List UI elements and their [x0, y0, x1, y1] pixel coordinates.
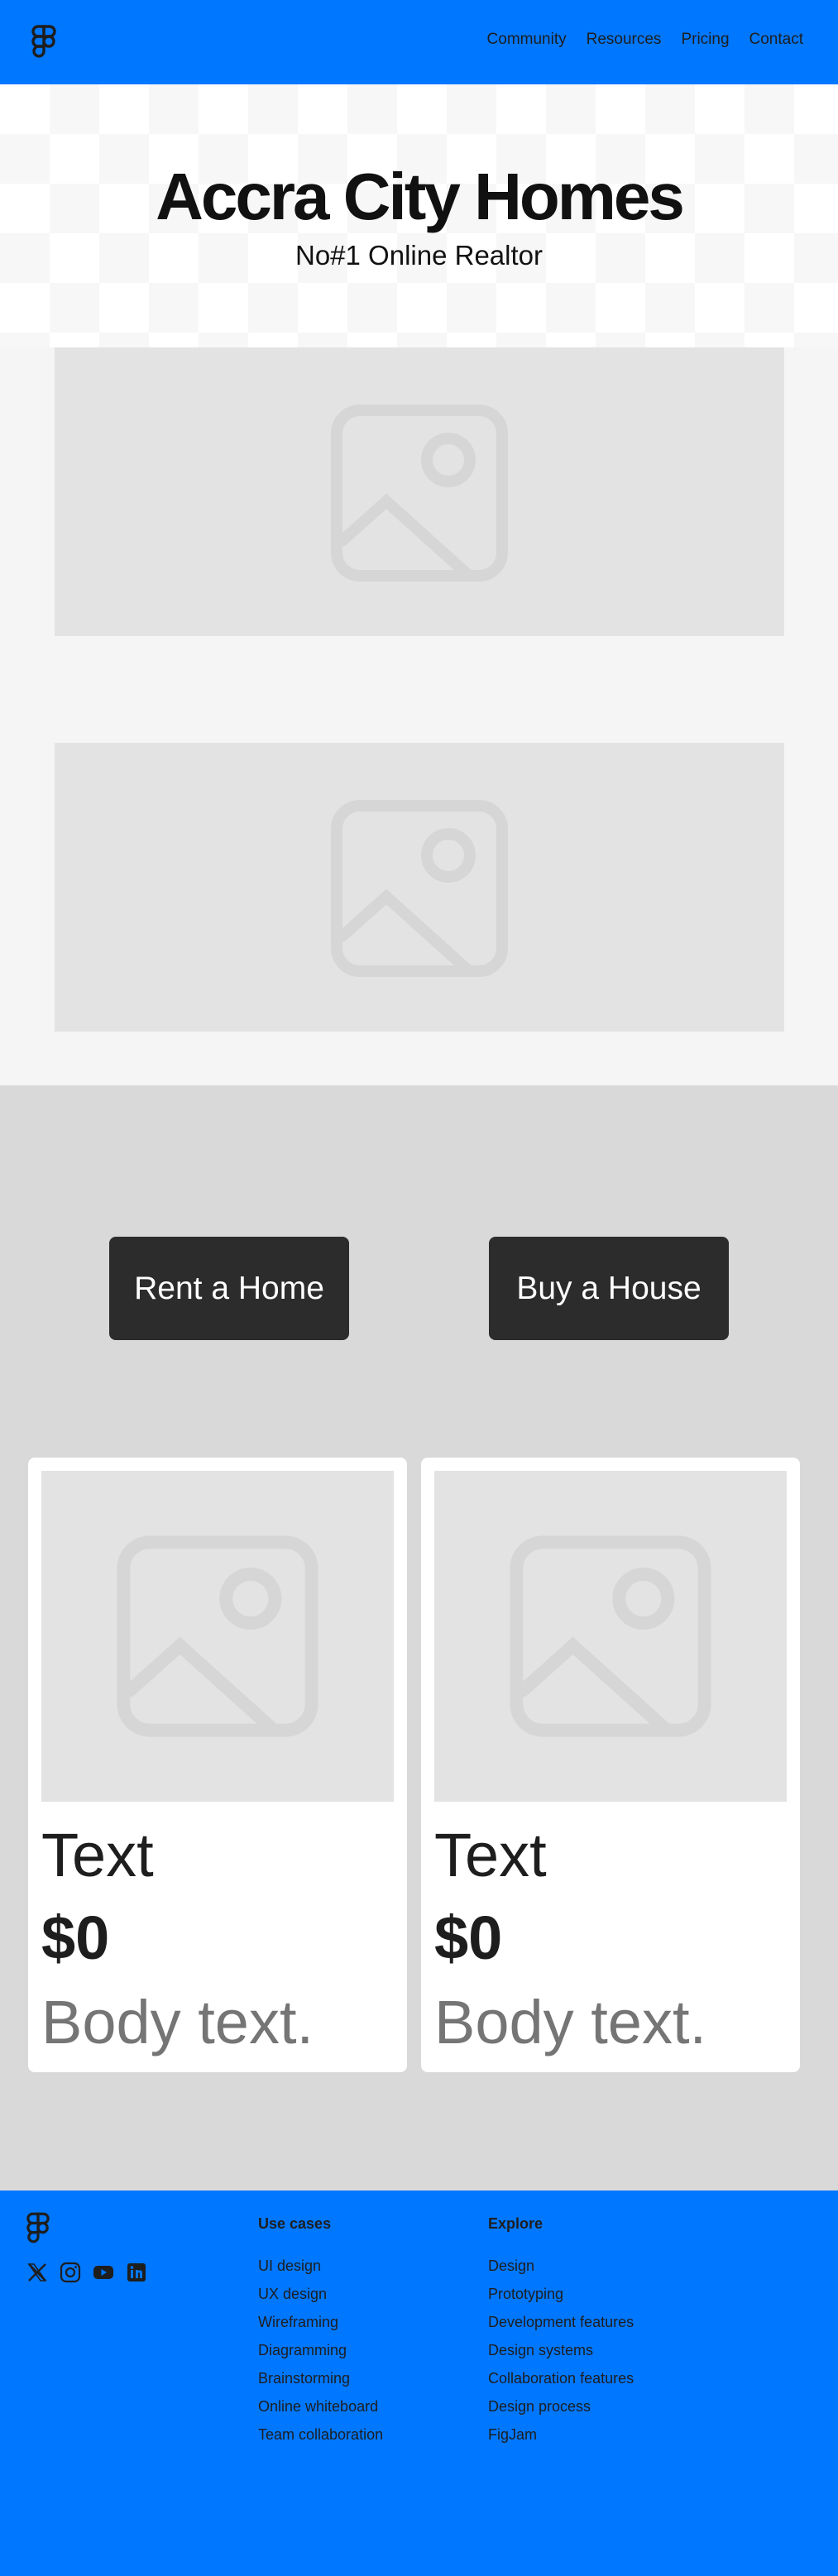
card-price: $0	[41, 1903, 110, 1972]
figma-logo-icon[interactable]	[26, 2212, 50, 2245]
footer-link[interactable]: Design systems	[488, 2342, 634, 2370]
footer-link[interactable]: Prototyping	[488, 2286, 634, 2314]
footer-link[interactable]: Diagramming	[258, 2342, 383, 2370]
footer-link[interactable]: Brainstorming	[258, 2370, 383, 2398]
footer-link[interactable]: Collaboration features	[488, 2370, 634, 2398]
image-placeholder-icon	[510, 1535, 711, 1737]
instagram-icon[interactable]	[60, 2262, 81, 2283]
footer-link[interactable]: FigJam	[488, 2426, 634, 2454]
footer-link[interactable]: Online whiteboard	[258, 2398, 383, 2426]
hero-subtitle: No#1 Online Realtor	[295, 240, 543, 271]
listings-section: Rent a Home Buy a House Text $0 Body tex…	[0, 1085, 838, 2191]
card-price: $0	[434, 1903, 503, 1972]
hero-section: Accra City Homes No#1 Online Realtor	[0, 84, 838, 347]
footer-link[interactable]: Wireframing	[258, 2314, 383, 2342]
footer-link[interactable]: Design process	[488, 2398, 634, 2426]
youtube-icon[interactable]	[93, 2262, 114, 2283]
nav-link-pricing[interactable]: Pricing	[681, 31, 729, 49]
buy-a-house-button[interactable]: Buy a House	[489, 1237, 729, 1340]
gallery-image	[55, 743, 784, 1032]
hero-title: Accra City Homes	[156, 160, 685, 233]
footer-column-use-cases: Use cases UI design UX design Wireframin…	[258, 2215, 383, 2454]
image-placeholder-icon	[331, 405, 508, 582]
nav-link-community[interactable]: Community	[487, 31, 567, 49]
footer-link[interactable]: Team collaboration	[258, 2426, 383, 2454]
card-image	[41, 1471, 394, 1802]
footer-link[interactable]: Design	[488, 2258, 634, 2286]
card-body: Body text.	[41, 1988, 314, 2056]
image-placeholder-icon	[117, 1535, 318, 1737]
listing-card[interactable]: Text $0 Body text.	[28, 1458, 407, 2072]
gallery-image	[55, 347, 784, 636]
figma-logo-icon[interactable]	[31, 25, 56, 60]
nav-link-resources[interactable]: Resources	[587, 31, 662, 49]
site-footer: Use cases UI design UX design Wireframin…	[0, 2191, 838, 2576]
gallery-section	[0, 347, 838, 1085]
rent-a-home-button[interactable]: Rent a Home	[109, 1237, 349, 1340]
footer-column-title: Use cases	[258, 2215, 332, 2232]
social-links	[26, 2262, 147, 2283]
site-header: Community Resources Pricing Contact	[0, 0, 838, 84]
image-placeholder-icon	[331, 800, 508, 977]
card-title: Text	[434, 1821, 547, 1889]
card-image	[434, 1471, 787, 1802]
footer-link[interactable]: Development features	[488, 2314, 634, 2342]
main-nav: Community Resources Pricing Contact	[487, 31, 803, 49]
nav-link-contact[interactable]: Contact	[749, 31, 803, 49]
linkedin-icon[interactable]	[126, 2262, 147, 2283]
footer-column-explore: Explore Design Prototyping Development f…	[488, 2215, 634, 2454]
x-icon[interactable]	[26, 2262, 48, 2283]
card-body: Body text.	[434, 1988, 707, 2056]
footer-link[interactable]: UI design	[258, 2258, 383, 2286]
footer-column-title: Explore	[488, 2215, 544, 2232]
card-title: Text	[41, 1821, 154, 1889]
footer-link[interactable]: UX design	[258, 2286, 383, 2314]
listing-card[interactable]: Text $0 Body text.	[421, 1458, 800, 2072]
